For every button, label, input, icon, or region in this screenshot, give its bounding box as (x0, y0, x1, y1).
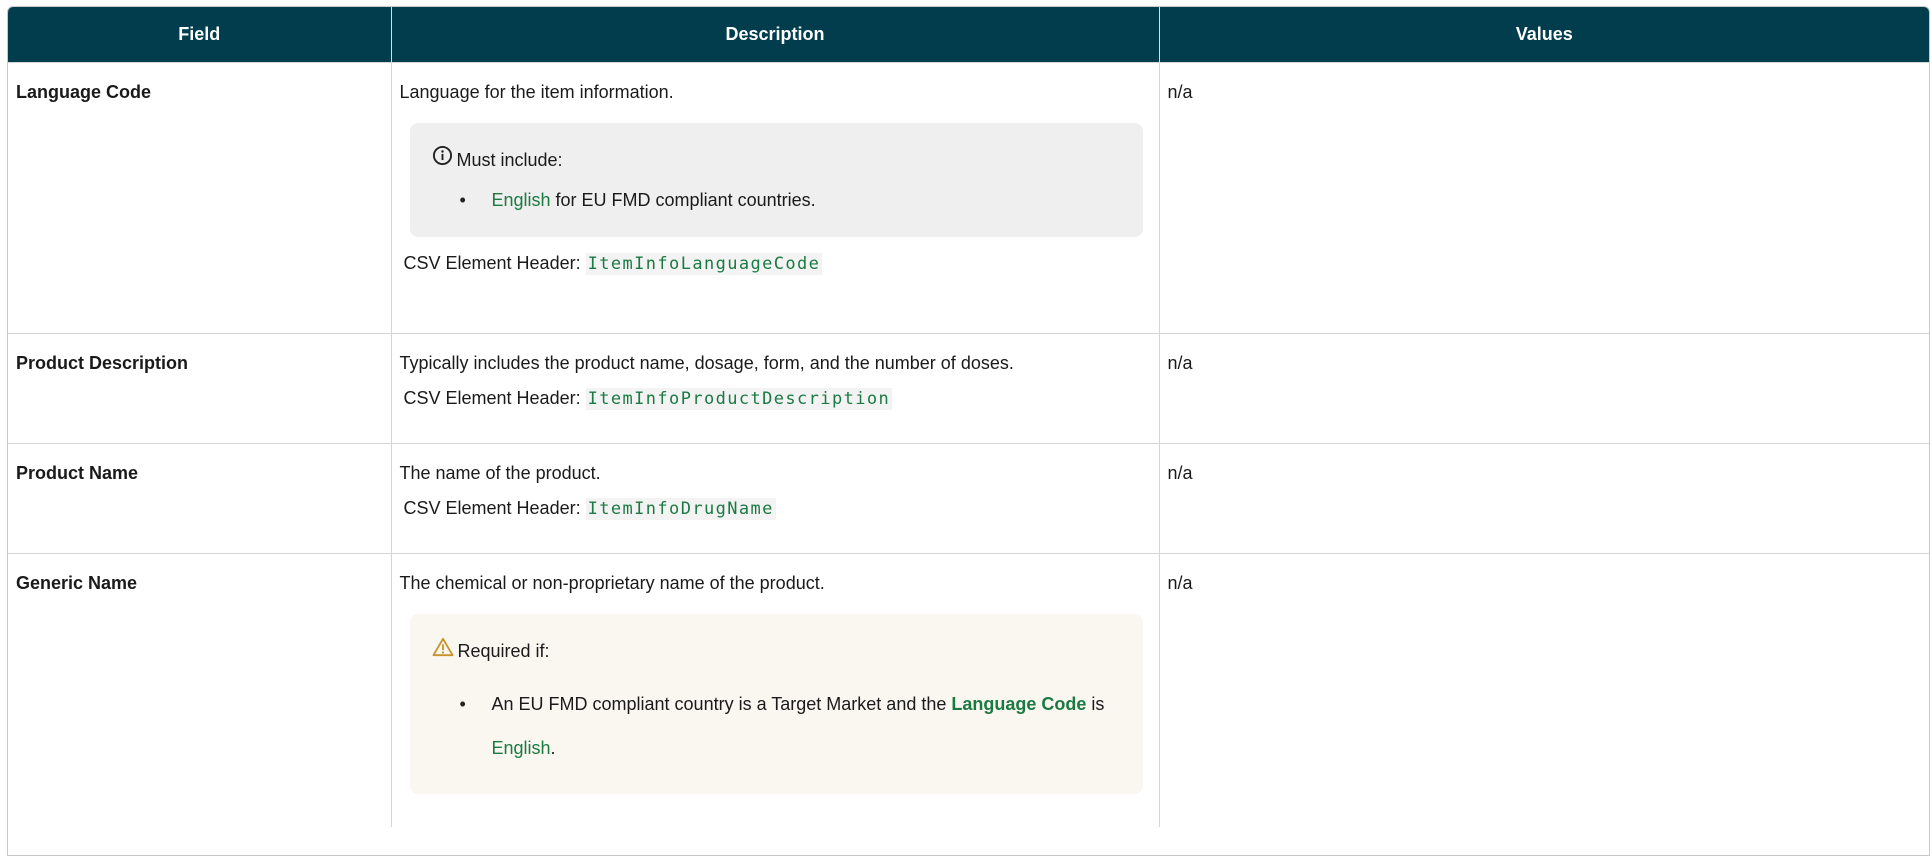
field-name: Product Name (8, 443, 391, 554)
field-name: Product Description (8, 333, 391, 444)
csv-label: CSV Element Header: (403, 498, 581, 518)
header-values: Values (1158, 7, 1929, 63)
description-cell: Typically includes the product name, dos… (390, 333, 1159, 444)
description-text: Language for the item information. (399, 82, 674, 102)
list-item-text: . (550, 738, 556, 758)
field-reference-table: Field Description Values Language Code L… (7, 6, 1930, 856)
csv-code: ItemInfoProductDescription (585, 388, 893, 410)
description-cell: Language for the item information. Must … (390, 62, 1159, 334)
table-row: Product Name The name of the product. CS… (8, 443, 1929, 554)
table-row: Product Description Typically includes t… (8, 333, 1929, 444)
english-link[interactable]: English (492, 738, 551, 758)
table-row: Generic Name The chemical or non-proprie… (8, 553, 1929, 827)
info-circle-icon (432, 145, 457, 171)
field-name: Language Code (8, 62, 391, 334)
header-description: Description (390, 7, 1159, 63)
description-text: The chemical or non-proprietary name of … (399, 573, 825, 593)
csv-code: ItemInfoLanguageCode (585, 253, 823, 275)
language-code-link[interactable]: Language Code (951, 694, 1086, 714)
callout-heading: Must include: (456, 150, 563, 170)
csv-header-line: CSV Element Header: ItemInfoLanguageCode (400, 252, 1151, 275)
header-field: Field (8, 7, 391, 63)
warning-callout: Required if: An EU FMD compliant country… (409, 614, 1143, 794)
csv-label: CSV Element Header: (403, 253, 581, 273)
info-callout: Must include: English for EU FMD complia… (409, 123, 1143, 237)
english-link[interactable]: English (492, 190, 551, 210)
list-item-text: for EU FMD compliant countries. (550, 190, 816, 210)
list-item-text: An EU FMD compliant country is a Target … (491, 694, 952, 714)
description-cell: The name of the product. CSV Element Hea… (390, 443, 1159, 554)
csv-header-line: CSV Element Header: ItemInfoDrugName (400, 497, 1151, 520)
list-item: English for EU FMD compliant countries. (460, 187, 1121, 213)
warning-triangle-icon (432, 637, 458, 662)
callout-heading: Required if: (457, 641, 550, 661)
value-cell: n/a (1158, 443, 1929, 554)
csv-label: CSV Element Header: (403, 388, 581, 408)
value-cell: n/a (1158, 62, 1929, 334)
list-item-text: is (1086, 694, 1105, 714)
description-text: The name of the product. (399, 463, 601, 483)
csv-header-line: CSV Element Header: ItemInfoProductDescr… (400, 387, 1151, 410)
value-cell: n/a (1158, 553, 1929, 827)
field-name: Generic Name (8, 553, 391, 827)
table-header-row: Field Description Values (8, 7, 1929, 63)
description-cell: The chemical or non-proprietary name of … (390, 553, 1159, 827)
table-row: Language Code Language for the item info… (8, 62, 1929, 334)
description-text: Typically includes the product name, dos… (399, 353, 1014, 373)
csv-code: ItemInfoDrugName (585, 498, 776, 520)
list-item: An EU FMD compliant country is a Target … (460, 682, 1121, 770)
value-cell: n/a (1158, 333, 1929, 444)
